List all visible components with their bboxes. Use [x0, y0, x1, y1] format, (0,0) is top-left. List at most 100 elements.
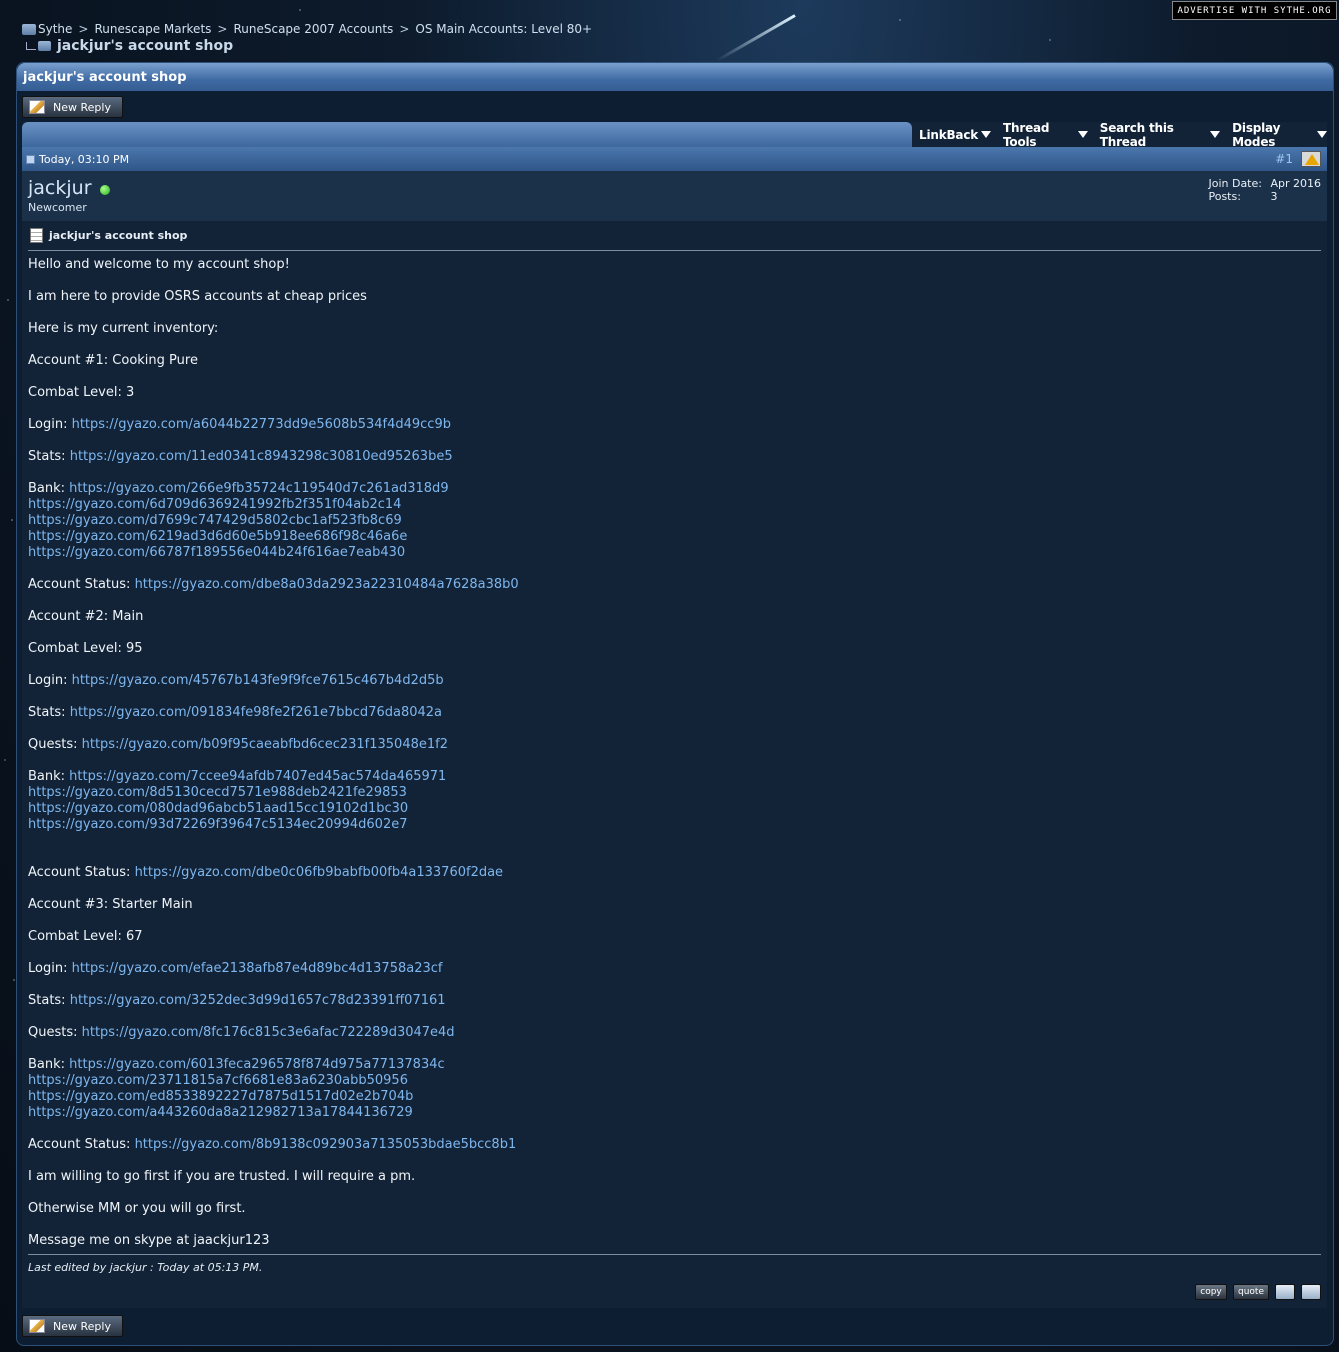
- gyazo-link[interactable]: https://gyazo.com/3252dec3d99d1657c78d23…: [70, 993, 446, 1008]
- message-line: [28, 833, 1321, 849]
- message-line: [28, 593, 1321, 609]
- breadcrumb-link-rs2007-accounts[interactable]: RuneScape 2007 Accounts: [233, 22, 393, 36]
- gyazo-link[interactable]: https://gyazo.com/b09f95caeabfbd6cec231f…: [82, 737, 448, 752]
- new-reply-button-top[interactable]: New Reply: [22, 96, 123, 118]
- message-text: I am here to provide OSRS accounts at ch…: [28, 289, 367, 304]
- post-number-link[interactable]: #1: [1275, 152, 1293, 166]
- message-text: Account #1: Cooking Pure: [28, 353, 198, 368]
- message-line: Bank: https://gyazo.com/7ccee94afdb7407e…: [28, 769, 1321, 785]
- copy-button[interactable]: copy: [1195, 1284, 1227, 1300]
- gyazo-link[interactable]: https://gyazo.com/23711815a7cf6681e83a62…: [28, 1073, 408, 1088]
- tree-line-icon: [26, 42, 36, 50]
- gyazo-link[interactable]: https://gyazo.com/8d5130cecd7571e988deb2…: [28, 785, 407, 800]
- message-text: Bank:: [28, 481, 70, 496]
- message-text: Combat Level: 67: [28, 929, 143, 944]
- home-icon[interactable]: [22, 23, 36, 35]
- new-reply-label: New Reply: [53, 1319, 111, 1333]
- message-line: Bank: https://gyazo.com/6013feca296578f8…: [28, 1057, 1321, 1073]
- gyazo-link[interactable]: https://gyazo.com/dbe0c06fb9babfb00fb4a1…: [135, 865, 504, 880]
- message-text: Account #3: Starter Main: [28, 897, 193, 912]
- breadcrumb-link-runescape-markets[interactable]: Runescape Markets: [94, 22, 211, 36]
- join-date-label: Join Date:: [1208, 177, 1262, 190]
- gyazo-link[interactable]: https://gyazo.com/dbe8a03da2923a22310484…: [135, 577, 519, 592]
- message-line: Quests: https://gyazo.com/b09f95caeabfbd…: [28, 737, 1321, 753]
- message-line: [28, 465, 1321, 481]
- multiquote-icon[interactable]: [1275, 1284, 1295, 1300]
- search-thread-dropdown[interactable]: Search this Thread: [1100, 121, 1221, 149]
- message-line: https://gyazo.com/080dad96abcb51aad15cc1…: [28, 801, 1321, 817]
- message-line: Account Status: https://gyazo.com/dbe0c0…: [28, 865, 1321, 881]
- message-text: Combat Level: 3: [28, 385, 135, 400]
- breadcrumb-separator: >: [78, 22, 89, 36]
- gyazo-link[interactable]: https://gyazo.com/091834fe98fe2f261e7bbc…: [70, 705, 442, 720]
- gyazo-link[interactable]: https://gyazo.com/a6044b22773dd9e5608b53…: [72, 417, 451, 432]
- message-line: [28, 721, 1321, 737]
- folder-icon: [38, 41, 51, 51]
- message-text: Quests:: [28, 1025, 82, 1040]
- message-line: Here is my current inventory:: [28, 321, 1321, 337]
- gyazo-link[interactable]: https://gyazo.com/6d709d6369241992fb2f35…: [28, 497, 401, 512]
- advertise-banner[interactable]: ADVERTISE WITH SYTHE.ORG: [1172, 1, 1337, 20]
- message-text: Account Status:: [28, 577, 135, 592]
- message-line: Stats: https://gyazo.com/3252dec3d99d165…: [28, 993, 1321, 1009]
- gyazo-link[interactable]: https://gyazo.com/66787f189556e044b24f61…: [28, 545, 405, 560]
- breadcrumb-link-sythe[interactable]: Sythe: [38, 22, 72, 36]
- username-link[interactable]: jackjur: [28, 177, 92, 199]
- thread-tools-dropdown[interactable]: Thread Tools: [1003, 121, 1088, 149]
- message-line: Stats: https://gyazo.com/091834fe98fe2f2…: [28, 705, 1321, 721]
- gyazo-link[interactable]: https://gyazo.com/080dad96abcb51aad15cc1…: [28, 801, 408, 816]
- message-line: Message me on skype at jaackjur123: [28, 1233, 1321, 1249]
- gyazo-link[interactable]: https://gyazo.com/ed8533892227d7875d1517…: [28, 1089, 413, 1104]
- post: LinkBack Thread Tools Search this Thread…: [22, 121, 1327, 1308]
- message-line: Account #2: Main: [28, 609, 1321, 625]
- message-text: Bank:: [28, 1057, 70, 1072]
- gyazo-link[interactable]: https://gyazo.com/a443260da8a212982713a1…: [28, 1105, 413, 1120]
- message-text: Otherwise MM or you will go first.: [28, 1201, 246, 1216]
- breadcrumb-link-os-main-accounts[interactable]: OS Main Accounts: Level 80+: [415, 22, 592, 36]
- message-line: [28, 401, 1321, 417]
- message-line: https://gyazo.com/a443260da8a212982713a1…: [28, 1105, 1321, 1121]
- message-line: [28, 1185, 1321, 1201]
- message-line: [28, 561, 1321, 577]
- new-reply-button-bottom[interactable]: New Reply: [22, 1315, 123, 1337]
- thread-title: jackjur's account shop: [17, 63, 1333, 91]
- message-line: https://gyazo.com/6219ad3d6d60e5b918ee68…: [28, 529, 1321, 545]
- message-text: I am willing to go first if you are trus…: [28, 1169, 416, 1184]
- post-actions: copy quote: [1195, 1284, 1321, 1300]
- gyazo-link[interactable]: https://gyazo.com/efae2138afb87e4d89bc4d…: [72, 961, 443, 976]
- gyazo-link[interactable]: https://gyazo.com/93d72269f39647c5134ec2…: [28, 817, 407, 832]
- message-line: Login: https://gyazo.com/a6044b22773dd9e…: [28, 417, 1321, 433]
- quick-reply-icon[interactable]: [1301, 1284, 1321, 1300]
- gyazo-link[interactable]: https://gyazo.com/6013feca296578f874d975…: [69, 1057, 444, 1072]
- message-line: Otherwise MM or you will go first.: [28, 1201, 1321, 1217]
- gyazo-link[interactable]: https://gyazo.com/11ed0341c8943298c30810…: [70, 449, 453, 464]
- message-line: https://gyazo.com/66787f189556e044b24f61…: [28, 545, 1321, 561]
- join-date-value: Apr 2016: [1270, 177, 1321, 190]
- message-line: Combat Level: 67: [28, 929, 1321, 945]
- message-line: Account #3: Starter Main: [28, 897, 1321, 913]
- message-line: I am here to provide OSRS accounts at ch…: [28, 289, 1321, 305]
- message-line: [28, 305, 1321, 321]
- message-text: Here is my current inventory:: [28, 321, 219, 336]
- quote-button[interactable]: quote: [1233, 1284, 1269, 1300]
- online-status-icon: [99, 185, 110, 195]
- gyazo-link[interactable]: https://gyazo.com/8b9138c092903a7135053b…: [135, 1137, 517, 1152]
- message-line: [28, 625, 1321, 641]
- message-line: Login: https://gyazo.com/45767b143fe9f9f…: [28, 673, 1321, 689]
- message-line: https://gyazo.com/ed8533892227d7875d1517…: [28, 1089, 1321, 1105]
- document-icon: [30, 228, 43, 243]
- linkback-menu[interactable]: LinkBack: [919, 128, 992, 142]
- gyazo-link[interactable]: https://gyazo.com/7ccee94afdb7407ed45ac5…: [69, 769, 446, 784]
- thread-tools-menu: LinkBack Thread Tools Search this Thread…: [915, 121, 1327, 149]
- message-line: Bank: https://gyazo.com/266e9fb35724c119…: [28, 481, 1321, 497]
- gyazo-link[interactable]: https://gyazo.com/6219ad3d6d60e5b918ee68…: [28, 529, 407, 544]
- report-warning-icon[interactable]: [1301, 151, 1321, 167]
- message-line: https://gyazo.com/8d5130cecd7571e988deb2…: [28, 785, 1321, 801]
- gyazo-link[interactable]: https://gyazo.com/266e9fb35724c119540d7c…: [69, 481, 448, 496]
- display-modes-dropdown[interactable]: Display Modes: [1232, 121, 1327, 149]
- display-modes-label: Display Modes: [1232, 120, 1281, 149]
- gyazo-link[interactable]: https://gyazo.com/8fc176c815c3e6afac7222…: [82, 1025, 455, 1040]
- gyazo-link[interactable]: https://gyazo.com/d7699c747429d5802cbc1a…: [28, 513, 402, 528]
- gyazo-link[interactable]: https://gyazo.com/45767b143fe9f9fce7615c…: [72, 673, 444, 688]
- new-reply-icon: [29, 100, 45, 114]
